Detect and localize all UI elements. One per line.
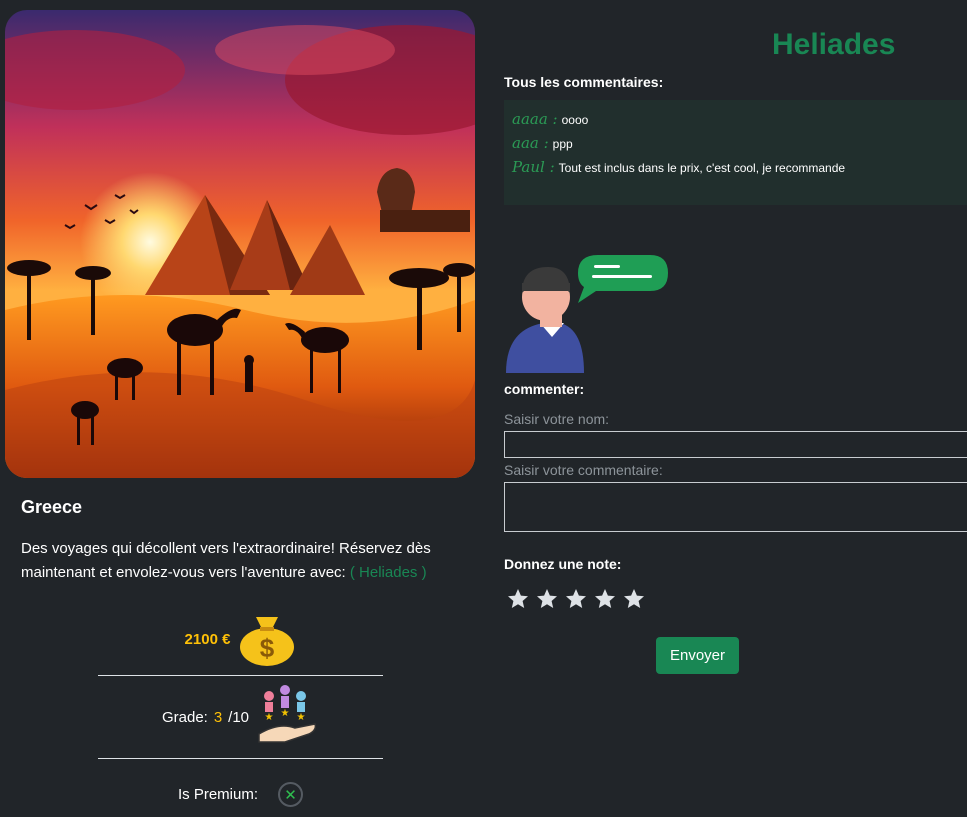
star-icon[interactable] — [535, 587, 559, 611]
comment-author: Paul : — [512, 158, 555, 176]
send-button[interactable]: Envoyer — [656, 637, 739, 674]
grade-max: /10 — [228, 709, 250, 726]
rating-heading: Donnez une note: — [504, 556, 622, 572]
trip-description: Des voyages qui décollent vers l'extraor… — [21, 537, 461, 585]
comment-label: Saisir votre commentaire: — [504, 462, 663, 478]
comment-textarea[interactable] — [504, 482, 967, 532]
star-rating — [506, 587, 646, 611]
grade-row: Grade: 3 /10 ★ ★ ★ — [98, 677, 383, 759]
comment-author: aaaa : — [512, 110, 558, 128]
star-icon[interactable] — [506, 587, 530, 611]
brand-link[interactable]: ( Heliades ) — [350, 564, 427, 581]
trip-title: Greece — [21, 497, 83, 517]
price-row: 2100 € $ — [98, 604, 383, 676]
premium-label: Is Premium: — [177, 786, 258, 803]
star-icon[interactable] — [593, 587, 617, 611]
x-circle-icon: ✕ — [278, 782, 303, 807]
svg-text:★: ★ — [265, 712, 274, 723]
comment-form-heading: commenter: — [504, 381, 585, 397]
svg-text:$: $ — [260, 633, 275, 663]
name-input[interactable] — [504, 431, 967, 458]
price-value: 2100 € — [184, 631, 231, 648]
grade-label: Grade: — [161, 709, 208, 726]
comment-text: oooo — [561, 113, 589, 127]
comment-text: ppp — [552, 137, 573, 151]
name-label: Saisir votre nom: — [504, 411, 610, 427]
site-title: Heliades — [772, 28, 896, 61]
star-icon[interactable] — [564, 587, 588, 611]
comments-list: aaaa : oooo aaa : ppp Paul : Tout est in… — [504, 100, 967, 205]
comment-text: Tout est inclus dans le prix, c'est cool… — [558, 161, 846, 175]
trip-image — [5, 10, 475, 478]
comment-author: aaa : — [512, 134, 549, 152]
star-icon[interactable] — [622, 587, 646, 611]
money-bag-icon: $ — [238, 607, 296, 672]
svg-text:★: ★ — [281, 708, 290, 719]
list-item: aaa : ppp — [512, 134, 959, 158]
svg-text:★: ★ — [297, 712, 306, 723]
premium-row: Is Premium: ✕ — [98, 772, 383, 817]
user-comment-avatar-icon — [504, 253, 670, 377]
grade-value: 3 — [213, 709, 223, 726]
list-item: aaaa : oooo — [512, 110, 959, 134]
comments-heading: Tous les commentaires: — [504, 74, 664, 90]
list-item: Paul : Tout est inclus dans le prix, c'e… — [512, 158, 959, 182]
rating-hand-icon: ★ ★ ★ — [255, 684, 319, 752]
